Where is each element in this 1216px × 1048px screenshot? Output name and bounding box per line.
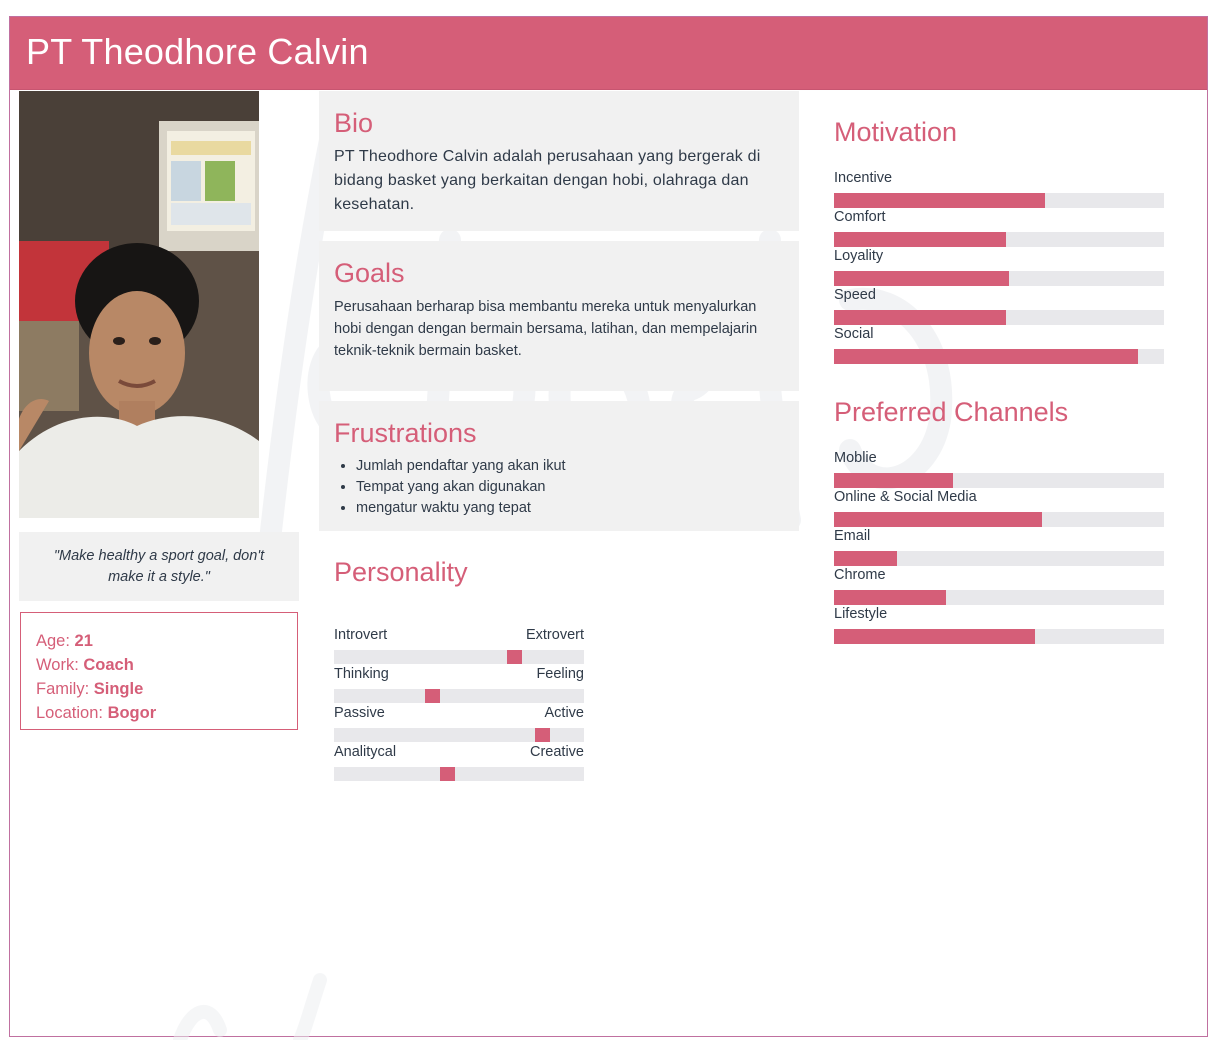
trait-right-label: Active — [544, 705, 585, 721]
fact-label: Age: — [36, 632, 70, 650]
channel-fill — [834, 551, 897, 566]
channel-track — [834, 629, 1164, 644]
motivation-track — [834, 271, 1164, 286]
motivation-label: Loyality — [834, 248, 884, 264]
motivation-fill — [834, 193, 1046, 208]
channel-fill — [834, 473, 953, 488]
fact-value: 21 — [74, 632, 93, 650]
motivation-section: Motivation Incentive Comfort Loyality Sp… — [834, 117, 1164, 387]
profile-photo — [19, 91, 259, 518]
list-item: Jumlah pendaftar yang akan ikut — [356, 456, 566, 477]
fact-value: Bogor — [107, 704, 157, 722]
motivation-row: Comfort — [834, 209, 1164, 248]
frustrations-list: Jumlah pendaftar yang akan ikut Tempat y… — [334, 456, 566, 519]
motivation-fill — [834, 310, 1006, 325]
motivation-track — [834, 232, 1164, 247]
channel-label: Email — [834, 528, 871, 544]
fact-label: Family: — [36, 680, 90, 698]
trait-left-label: Analitycal — [334, 744, 397, 760]
motivation-label: Incentive — [834, 170, 893, 186]
channel-fill — [834, 512, 1042, 527]
trait-row: Thinking Feeling — [334, 666, 584, 705]
list-item: Tempat yang akan digunakan — [356, 477, 566, 498]
trait-marker — [534, 728, 550, 742]
motivation-heading: Motivation — [834, 117, 958, 147]
frustrations-heading: Frustrations — [334, 418, 477, 448]
list-item: mengatur waktu yang tepat — [356, 498, 566, 519]
channel-label: Online & Social Media — [834, 489, 977, 505]
channel-track — [834, 590, 1164, 605]
motivation-label: Comfort — [834, 209, 886, 225]
channel-label: Lifestyle — [834, 606, 888, 622]
channel-row: Chrome — [834, 567, 1164, 606]
trait-left-label: Thinking — [334, 666, 389, 682]
motivation-track — [834, 310, 1164, 325]
channel-track — [834, 473, 1164, 488]
personality-heading: Personality — [334, 557, 468, 587]
motivation-row: Social — [834, 326, 1164, 365]
trait-row: Passive Active — [334, 705, 584, 744]
trait-left-label: Introvert — [334, 627, 388, 643]
motivation-fill — [834, 232, 1006, 247]
trait-marker — [507, 650, 522, 664]
trait-right-label: Creative — [530, 744, 584, 760]
persona-quote: "Make healthy a sport goal, don't make i… — [19, 532, 299, 601]
trait-right-label: Feeling — [536, 666, 584, 682]
bio-heading: Bio — [334, 108, 374, 138]
trait-right-label: Extrovert — [525, 627, 584, 643]
selfie-illustration — [19, 91, 259, 518]
fact-family: Family: Single — [36, 677, 297, 701]
channel-row: Moblie — [834, 450, 1164, 489]
channels-section: Preferred Channels Moblie Online & Socia… — [834, 397, 1164, 667]
motivation-track — [834, 349, 1164, 364]
fact-location: Location: Bogor — [36, 701, 297, 725]
motivation-label: Social — [834, 326, 874, 342]
bio-card: Bio PT Theodhore Calvin adalah perusahaa… — [319, 91, 799, 231]
channel-fill — [834, 590, 947, 605]
trait-row: Analitycal Creative — [334, 744, 584, 783]
channel-label: Chrome — [834, 567, 886, 583]
channel-track — [834, 551, 1164, 566]
channel-row: Lifestyle — [834, 606, 1164, 645]
motivation-fill — [834, 349, 1138, 364]
channel-row: Online & Social Media — [834, 489, 1164, 528]
trait-track — [334, 728, 584, 742]
trait-track — [334, 689, 584, 703]
motivation-label: Speed — [834, 287, 876, 303]
trait-marker — [439, 767, 455, 781]
fact-age: Age: 21 — [36, 629, 297, 653]
motivation-fill — [834, 271, 1009, 286]
fact-value: Single — [93, 680, 144, 698]
channel-track — [834, 512, 1164, 527]
trait-track — [334, 767, 584, 781]
motivation-row: Incentive — [834, 170, 1164, 209]
personality-section: Personality Introvert Extrovert Thinking… — [334, 557, 584, 781]
fact-value: Coach — [83, 656, 134, 674]
channel-row: Email — [834, 528, 1164, 567]
motivation-row: Loyality — [834, 248, 1164, 287]
fact-work: Work: Coach — [36, 653, 297, 677]
frustrations-card: Frustrations Jumlah pendaftar yang akan … — [319, 401, 799, 531]
trait-marker — [424, 689, 440, 703]
goals-heading: Goals — [334, 258, 405, 288]
page-title: PT Theodhore Calvin — [26, 31, 369, 72]
trait-left-label: Passive — [334, 705, 385, 721]
channels-heading: Preferred Channels — [834, 397, 1069, 427]
motivation-track — [834, 193, 1164, 208]
bio-text: PT Theodhore Calvin adalah perusahaan ya… — [334, 148, 761, 213]
trait-row: Introvert Extrovert — [334, 627, 584, 666]
channel-fill — [834, 629, 1036, 644]
fact-label: Work: — [36, 656, 79, 674]
persona-facts: Age: 21 Work: Coach Family: Single Locat… — [20, 612, 298, 730]
trait-track — [334, 650, 584, 664]
fact-label: Location: — [36, 704, 103, 722]
motivation-row: Speed — [834, 287, 1164, 326]
goals-text: Perusahaan berharap bisa membantu mereka… — [334, 299, 758, 359]
channel-label: Moblie — [834, 450, 877, 466]
header-bar: PT Theodhore Calvin — [10, 17, 1207, 90]
goals-card: Goals Perusahaan berharap bisa membantu … — [319, 241, 799, 391]
